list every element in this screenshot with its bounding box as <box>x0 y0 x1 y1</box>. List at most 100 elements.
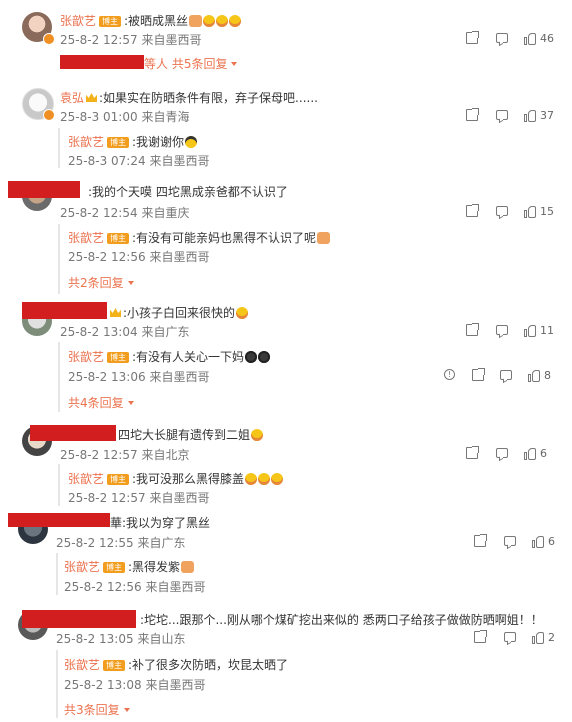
share-button[interactable] <box>466 31 479 44</box>
more-replies-label: 等人 共5条回复 <box>144 57 228 71</box>
like-button[interactable]: 46 <box>524 32 554 45</box>
comment-button[interactable] <box>504 535 516 546</box>
caret-down-icon <box>231 62 238 66</box>
share-button[interactable] <box>472 368 485 381</box>
share-button[interactable] <box>466 446 479 459</box>
comment-button[interactable] <box>496 205 508 216</box>
reply-header: 张歆艺 博主:我谢谢你 <box>68 133 198 150</box>
timestamp: 25-8-2 13:04 <box>60 325 138 339</box>
location: 来自山东 <box>137 632 186 646</box>
like-icon <box>524 205 536 218</box>
share-button[interactable] <box>474 534 487 547</box>
like-button[interactable]: 15 <box>524 205 554 218</box>
location: 来自广东 <box>137 536 186 550</box>
comment-icon <box>496 325 508 335</box>
reply-text: :黑得发紫 <box>128 560 181 574</box>
crown-icon <box>110 308 121 317</box>
reply-name[interactable]: 张歆艺 <box>64 658 100 672</box>
caret-down-icon <box>127 281 134 285</box>
report-button[interactable]: ! <box>444 369 455 380</box>
sunglasses-emoji-icon <box>185 136 198 148</box>
timestamp: 25-8-2 12:56 <box>68 250 146 264</box>
share-icon <box>466 108 479 121</box>
comment-meta: 25-8-2 12:55 来自广东 <box>56 534 185 551</box>
share-icon <box>474 534 487 547</box>
timestamp: 25-8-3 01:00 <box>60 110 138 124</box>
like-icon <box>524 447 536 460</box>
location: 来自北京 <box>141 448 190 462</box>
share-icon <box>466 446 479 459</box>
like-count: 8 <box>544 369 551 382</box>
like-count: 37 <box>540 109 554 122</box>
commenter-name[interactable]: 袁弘 <box>60 91 84 105</box>
comment-header: :坨坨...跟那个...刚从哪个煤矿挖出来似的 悉两口子给孩子做做防晒啊姐！！ <box>140 611 543 628</box>
comment-icon <box>504 632 516 642</box>
comment-button[interactable] <box>496 447 508 458</box>
timestamp: 25-8-3 07:24 <box>68 154 146 168</box>
comment-text: :被晒成黑丝 <box>124 14 189 28</box>
reply-meta: 25-8-2 12:57 来自墨西哥 <box>68 489 209 506</box>
share-button[interactable] <box>474 630 487 643</box>
comment-icon <box>496 33 508 43</box>
location: 来自墨西哥 <box>149 370 210 384</box>
more-replies-label: 共2条回复 <box>68 276 124 290</box>
reply-text: :有没有可能亲妈也黑得不认识了呢 <box>132 231 317 245</box>
like-icon <box>532 631 544 644</box>
comment-button[interactable] <box>496 324 508 335</box>
author-badge: 博主 <box>107 352 130 363</box>
comment-meta: 25-8-2 12:57 来自墨西哥 <box>60 31 201 48</box>
reply-header: 张歆艺 博主:补了很多次防晒，坎昆太晒了 <box>64 656 288 673</box>
more-replies-link[interactable]: 等人 共5条回复 <box>144 55 238 72</box>
comment-button[interactable] <box>500 369 512 380</box>
like-button[interactable]: 6 <box>532 535 555 548</box>
share-button[interactable] <box>466 204 479 217</box>
comment-text: 四坨大长腿有遗传到二姐 <box>118 428 251 442</box>
reply-name[interactable]: 张歆艺 <box>68 350 104 364</box>
like-count: 2 <box>548 631 555 644</box>
more-replies-link[interactable]: 共2条回复 <box>68 274 134 291</box>
reply-meta: 25-8-2 13:06 来自墨西哥 <box>68 368 209 385</box>
timestamp: 25-8-2 12:57 <box>60 33 138 47</box>
comment-header: 张歆艺 博主:被晒成黑丝 <box>60 12 242 29</box>
location: 来自墨西哥 <box>149 154 210 168</box>
timestamp: 25-8-2 12:57 <box>68 491 146 505</box>
like-button[interactable]: 11 <box>524 324 554 337</box>
commenter-name[interactable]: 张歆艺 <box>60 14 96 28</box>
reply-meta: 25-8-2 12:56 来自墨西哥 <box>64 578 205 595</box>
comment-button[interactable] <box>496 32 508 43</box>
share-button[interactable] <box>466 108 479 121</box>
emoji-icon <box>245 473 258 485</box>
comment-icon <box>496 448 508 458</box>
share-button[interactable] <box>466 323 479 336</box>
reply-meta: 25-8-2 12:56 来自墨西哥 <box>68 248 209 265</box>
comment-icon <box>504 536 516 546</box>
redacted-name <box>8 513 110 527</box>
reply-name[interactable]: 张歆艺 <box>64 560 100 574</box>
like-button[interactable]: 8 <box>528 369 551 382</box>
comment-header: 袁弘:如果实在防晒条件有限，弃子保母吧...... <box>60 89 318 106</box>
more-replies-link[interactable]: 共4条回复 <box>68 394 134 411</box>
comment-meta: 25-8-2 12:54 来自重庆 <box>60 204 189 221</box>
author-badge: 博主 <box>107 474 130 485</box>
emoji-icon <box>245 351 258 363</box>
reply-name[interactable]: 张歆艺 <box>68 231 104 245</box>
timestamp: 25-8-2 13:08 <box>64 678 142 692</box>
more-replies-label: 共3条回复 <box>64 703 120 717</box>
like-button[interactable]: 6 <box>524 447 547 460</box>
like-button[interactable]: 2 <box>532 631 555 644</box>
redacted-name <box>8 181 80 198</box>
share-icon <box>466 204 479 217</box>
comment-meta: 25-8-2 13:04 来自广东 <box>60 323 189 340</box>
comment-button[interactable] <box>504 631 516 642</box>
reply-name[interactable]: 张歆艺 <box>68 472 104 486</box>
reply-header: 张歆艺 博主:有没有可能亲妈也黑得不认识了呢 <box>68 229 331 246</box>
emoji-icon <box>203 15 216 27</box>
reply-name[interactable]: 张歆艺 <box>68 135 104 149</box>
more-replies-link[interactable]: 共3条回复 <box>64 701 130 718</box>
like-button[interactable]: 37 <box>524 109 554 122</box>
emoji-icon <box>189 15 203 27</box>
verified-badge <box>43 109 55 121</box>
comment-header: :小孩子白回来很快的 <box>108 304 249 321</box>
crown-icon <box>86 93 98 102</box>
comment-button[interactable] <box>496 109 508 120</box>
